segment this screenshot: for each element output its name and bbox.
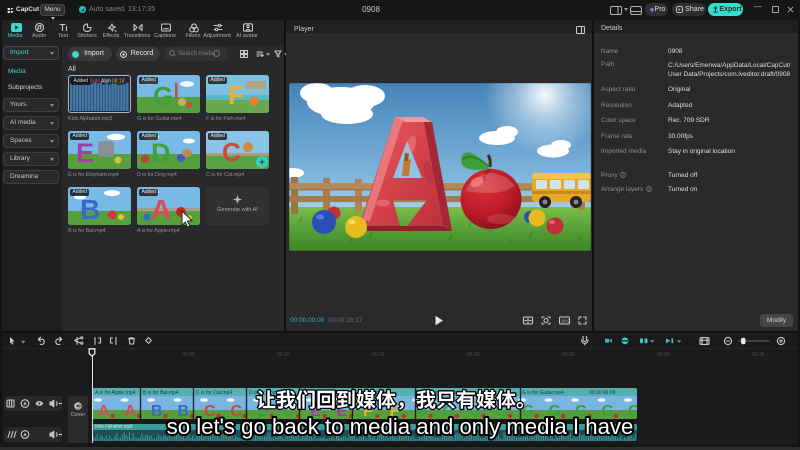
svg-text:F: F — [228, 80, 244, 110]
svg-text:16:9: 16:9 — [561, 319, 570, 324]
svg-text:A: A — [151, 194, 171, 225]
svg-text:C: C — [222, 137, 241, 167]
svg-text:Kids: Kids — [90, 79, 100, 85]
svg-text:D: D — [151, 138, 171, 168]
svg-text:E: E — [76, 138, 94, 168]
svg-text:G: G — [153, 81, 173, 111]
svg-text:08:18: 08:18 — [112, 79, 125, 85]
svg-text:B: B — [80, 194, 100, 225]
svg-text:Alph: Alph — [101, 79, 111, 85]
